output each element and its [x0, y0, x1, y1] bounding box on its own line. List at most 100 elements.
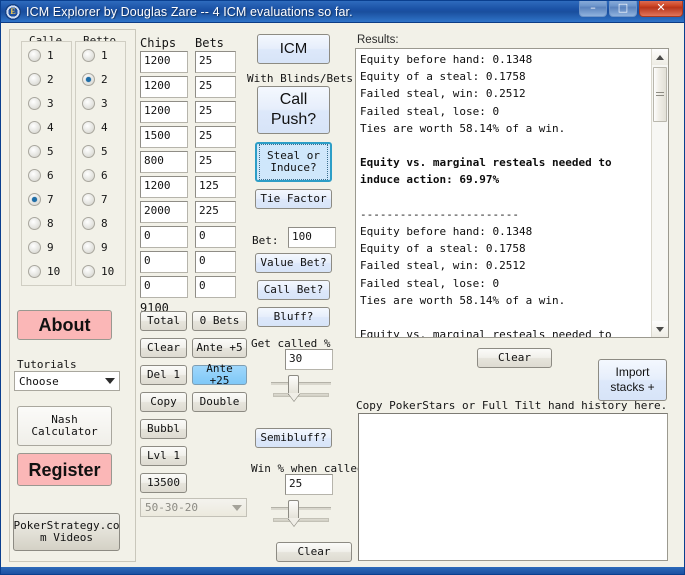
radio-icon[interactable] — [82, 97, 95, 110]
prize-pool-button[interactable]: 13500 — [140, 473, 187, 493]
del-1-button[interactable]: Del 1 — [140, 365, 187, 385]
value-bet-button[interactable]: Value Bet? — [255, 253, 332, 273]
get-called-slider[interactable] — [271, 375, 331, 399]
chips-input-1[interactable]: 1200 — [140, 51, 188, 73]
ante-plus5-button[interactable]: Ante +5 — [192, 338, 247, 358]
clear-stacks-button[interactable]: Clear — [140, 338, 187, 358]
clear-results-button[interactable]: Clear — [477, 348, 552, 368]
get-called-input[interactable]: 30 — [285, 349, 333, 370]
radio-icon[interactable] — [82, 49, 95, 62]
better-radio-6[interactable]: 6 — [82, 169, 108, 182]
bet-input[interactable]: 100 — [288, 227, 336, 248]
radio-icon[interactable] — [28, 241, 41, 254]
radio-icon[interactable] — [82, 241, 95, 254]
caller-radio-8[interactable]: 8 — [28, 217, 54, 230]
bets-input-8[interactable]: 0 — [195, 226, 236, 248]
icm-button[interactable]: ICM — [257, 34, 330, 64]
ante-plus25-button[interactable]: Ante +25 — [192, 363, 247, 387]
bets-input-9[interactable]: 0 — [195, 251, 236, 273]
copy-button[interactable]: Copy — [140, 392, 187, 412]
bets-input-3[interactable]: 25 — [195, 101, 236, 123]
better-radio-7[interactable]: 7 — [82, 193, 108, 206]
chips-input-2[interactable]: 1200 — [140, 76, 188, 98]
better-radio-2[interactable]: 2 — [82, 73, 108, 86]
better-radio-10[interactable]: 10 — [82, 265, 114, 278]
steal-or-induce-button[interactable]: Steal or Induce? — [255, 142, 332, 182]
better-radio-1[interactable]: 1 — [82, 49, 108, 62]
slider-thumb[interactable] — [288, 500, 299, 520]
radio-icon[interactable] — [28, 169, 41, 182]
caller-radio-7[interactable]: 7 — [28, 193, 54, 206]
maximize-button[interactable]: □ — [609, 1, 637, 17]
radio-icon[interactable] — [28, 121, 41, 134]
slider-thumb[interactable] — [288, 375, 299, 395]
radio-icon[interactable] — [82, 145, 95, 158]
caller-radio-3[interactable]: 3 — [28, 97, 54, 110]
chips-input-6[interactable]: 1200 — [140, 176, 188, 198]
radio-icon[interactable] — [82, 121, 95, 134]
bluff-button[interactable]: Bluff? — [257, 307, 330, 327]
chips-input-5[interactable]: 800 — [140, 151, 188, 173]
caller-radio-1[interactable]: 1 — [28, 49, 54, 62]
radio-icon[interactable] — [82, 193, 95, 206]
bets-input-1[interactable]: 25 — [195, 51, 236, 73]
bets-input-5[interactable]: 25 — [195, 151, 236, 173]
minimize-button[interactable]: – — [579, 1, 607, 17]
radio-icon[interactable] — [82, 217, 95, 230]
win-when-called-slider[interactable] — [271, 500, 331, 524]
total-button[interactable]: Total — [140, 311, 187, 331]
call-push-button[interactable]: Call Push? — [257, 86, 330, 134]
import-stacks-button[interactable]: Import stacks + — [598, 359, 667, 401]
radio-icon[interactable] — [28, 97, 41, 110]
zero-bets-button[interactable]: 0 Bets — [192, 311, 247, 331]
caller-radio-2[interactable]: 2 — [28, 73, 54, 86]
chips-input-3[interactable]: 1200 — [140, 101, 188, 123]
radio-icon[interactable] — [82, 73, 95, 86]
better-radio-8[interactable]: 8 — [82, 217, 108, 230]
caller-radio-9[interactable]: 9 — [28, 241, 54, 254]
caller-radio-4[interactable]: 4 — [28, 121, 54, 134]
semibluff-button[interactable]: Semibluff? — [255, 428, 332, 448]
caller-radio-6[interactable]: 6 — [28, 169, 54, 182]
caller-radio-10[interactable]: 10 — [28, 265, 60, 278]
scroll-up-button[interactable] — [652, 49, 668, 65]
clear-bottom-button[interactable]: Clear — [276, 542, 352, 562]
call-bet-button[interactable]: Call Bet? — [257, 280, 330, 300]
level-button[interactable]: Lvl 1 — [140, 446, 187, 466]
tie-factor-button[interactable]: Tie Factor — [255, 189, 332, 209]
bets-input-2[interactable]: 25 — [195, 76, 236, 98]
hand-history-textarea[interactable] — [358, 413, 668, 561]
better-radio-4[interactable]: 4 — [82, 121, 108, 134]
chips-input-10[interactable]: 0 — [140, 276, 188, 298]
chips-input-8[interactable]: 0 — [140, 226, 188, 248]
close-button[interactable]: ✕ — [639, 1, 683, 17]
bets-input-6[interactable]: 125 — [195, 176, 236, 198]
scrollbar-thumb[interactable] — [653, 67, 667, 122]
radio-icon[interactable] — [28, 49, 41, 62]
results-vertical-scrollbar[interactable] — [651, 49, 668, 337]
radio-icon[interactable] — [28, 193, 41, 206]
caller-radio-5[interactable]: 5 — [28, 145, 54, 158]
bets-input-7[interactable]: 225 — [195, 201, 236, 223]
payout-structure-select[interactable]: 50-30-20 — [140, 498, 247, 517]
results-textarea[interactable]: Equity before hand: 0.1348 Equity of a s… — [355, 48, 669, 338]
radio-icon[interactable] — [28, 217, 41, 230]
bets-input-4[interactable]: 25 — [195, 126, 236, 148]
register-button[interactable]: Register — [17, 453, 112, 486]
better-radio-9[interactable]: 9 — [82, 241, 108, 254]
tutorials-select[interactable]: Choose — [14, 371, 120, 391]
win-when-called-input[interactable]: 25 — [285, 474, 333, 495]
better-radio-3[interactable]: 3 — [82, 97, 108, 110]
scroll-down-button[interactable] — [652, 321, 668, 337]
bubble-button[interactable]: Bubbl — [140, 419, 187, 439]
radio-icon[interactable] — [28, 73, 41, 86]
chips-input-9[interactable]: 0 — [140, 251, 188, 273]
better-radio-5[interactable]: 5 — [82, 145, 108, 158]
chips-input-7[interactable]: 2000 — [140, 201, 188, 223]
radio-icon[interactable] — [28, 145, 41, 158]
radio-icon[interactable] — [82, 169, 95, 182]
radio-icon[interactable] — [82, 265, 95, 278]
chips-input-4[interactable]: 1500 — [140, 126, 188, 148]
pokerstrategy-videos-button[interactable]: PokerStrategy.co m Videos — [13, 513, 120, 551]
bets-input-10[interactable]: 0 — [195, 276, 236, 298]
